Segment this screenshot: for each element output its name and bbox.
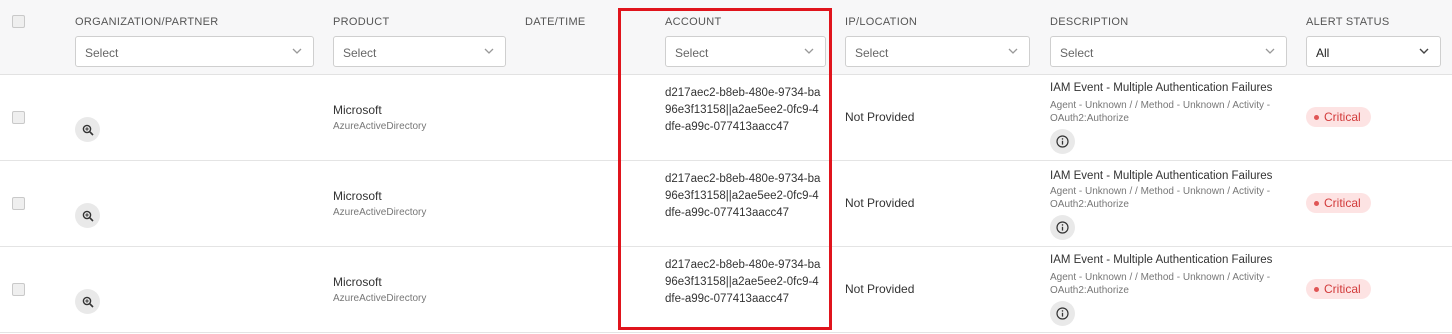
status-label: Critical	[1324, 282, 1361, 296]
chevron-down-icon	[1418, 45, 1430, 57]
status-dot	[1314, 200, 1319, 206]
table-header: ORGANIZATION/PARTNER Select PRODUCT Sele…	[0, 0, 1452, 75]
account-id: d217aec2-b8eb-480e-9734-ba96e3f13158||a2…	[665, 173, 821, 219]
description-filter-select[interactable]: Select	[1050, 36, 1287, 67]
organization-filter-value: Select	[85, 46, 119, 60]
product-name: Microsoft	[333, 189, 382, 203]
ip-location: Not Provided	[845, 282, 915, 296]
product-filter-value: Select	[343, 46, 377, 60]
status-label: Critical	[1324, 196, 1361, 210]
row-checkbox[interactable]	[12, 197, 25, 210]
alert-status-filter-value: All	[1316, 46, 1330, 60]
description-detail: Agent - Unknown / / Method - Unknown / A…	[1050, 100, 1271, 124]
chevron-down-icon	[291, 45, 303, 57]
description-detail: Agent - Unknown / / Method - Unknown / A…	[1050, 272, 1271, 296]
chevron-down-icon	[1007, 45, 1019, 57]
product-source: AzureActiveDirectory	[333, 207, 427, 218]
description-title: IAM Event - Multiple Authentication Fail…	[1050, 170, 1273, 182]
info-icon[interactable]	[1050, 215, 1075, 240]
product-source: AzureActiveDirectory	[333, 121, 427, 132]
account-filter-value: Select	[675, 46, 709, 60]
status-badge: Critical	[1306, 107, 1371, 127]
table-row[interactable]: Microsoft AzureActiveDirectory d217aec2-…	[0, 161, 1452, 247]
description-title: IAM Event - Multiple Authentication Fail…	[1050, 254, 1273, 266]
ip-filter-value: Select	[855, 46, 889, 60]
zoom-in-icon[interactable]	[75, 289, 100, 314]
status-badge: Critical	[1306, 279, 1371, 299]
select-all-checkbox[interactable]	[12, 15, 25, 28]
table-row[interactable]: Microsoft AzureActiveDirectory d217aec2-…	[0, 75, 1452, 161]
row-checkbox[interactable]	[12, 283, 25, 296]
ip-location: Not Provided	[845, 196, 915, 210]
status-label: Critical	[1324, 110, 1361, 124]
product-name: Microsoft	[333, 275, 382, 289]
chevron-down-icon	[1264, 45, 1276, 57]
ip-filter-select[interactable]: Select	[845, 36, 1030, 67]
description-filter-value: Select	[1060, 46, 1094, 60]
column-header-organization[interactable]: ORGANIZATION/PARTNER	[75, 16, 219, 28]
chevron-down-icon	[803, 45, 815, 57]
chevron-down-icon	[483, 45, 495, 57]
zoom-in-icon[interactable]	[75, 117, 100, 142]
info-icon[interactable]	[1050, 129, 1075, 154]
info-icon[interactable]	[1050, 301, 1075, 326]
column-header-alert-status[interactable]: ALERT STATUS	[1306, 16, 1389, 28]
account-id: d217aec2-b8eb-480e-9734-ba96e3f13158||a2…	[665, 87, 821, 133]
column-header-datetime[interactable]: DATE/TIME	[525, 16, 586, 28]
account-filter-select[interactable]: Select	[665, 36, 826, 67]
table-row[interactable]: Microsoft AzureActiveDirectory d217aec2-…	[0, 247, 1452, 333]
account-id: d217aec2-b8eb-480e-9734-ba96e3f13158||a2…	[665, 259, 821, 305]
product-source: AzureActiveDirectory	[333, 293, 427, 304]
product-name: Microsoft	[333, 103, 382, 117]
organization-filter-select[interactable]: Select	[75, 36, 314, 67]
ip-location: Not Provided	[845, 110, 915, 124]
column-header-description[interactable]: DESCRIPTION	[1050, 16, 1128, 28]
description-title: IAM Event - Multiple Authentication Fail…	[1050, 82, 1273, 94]
alert-status-filter-select[interactable]: All	[1306, 36, 1441, 67]
description-detail: Agent - Unknown / / Method - Unknown / A…	[1050, 186, 1271, 210]
column-header-account[interactable]: ACCOUNT	[665, 16, 722, 28]
column-header-product[interactable]: PRODUCT	[333, 16, 390, 28]
status-dot	[1314, 286, 1319, 292]
status-badge: Critical	[1306, 193, 1371, 213]
column-header-ip-location[interactable]: IP/LOCATION	[845, 16, 917, 28]
status-dot	[1314, 114, 1319, 120]
product-filter-select[interactable]: Select	[333, 36, 506, 67]
row-checkbox[interactable]	[12, 111, 25, 124]
zoom-in-icon[interactable]	[75, 203, 100, 228]
